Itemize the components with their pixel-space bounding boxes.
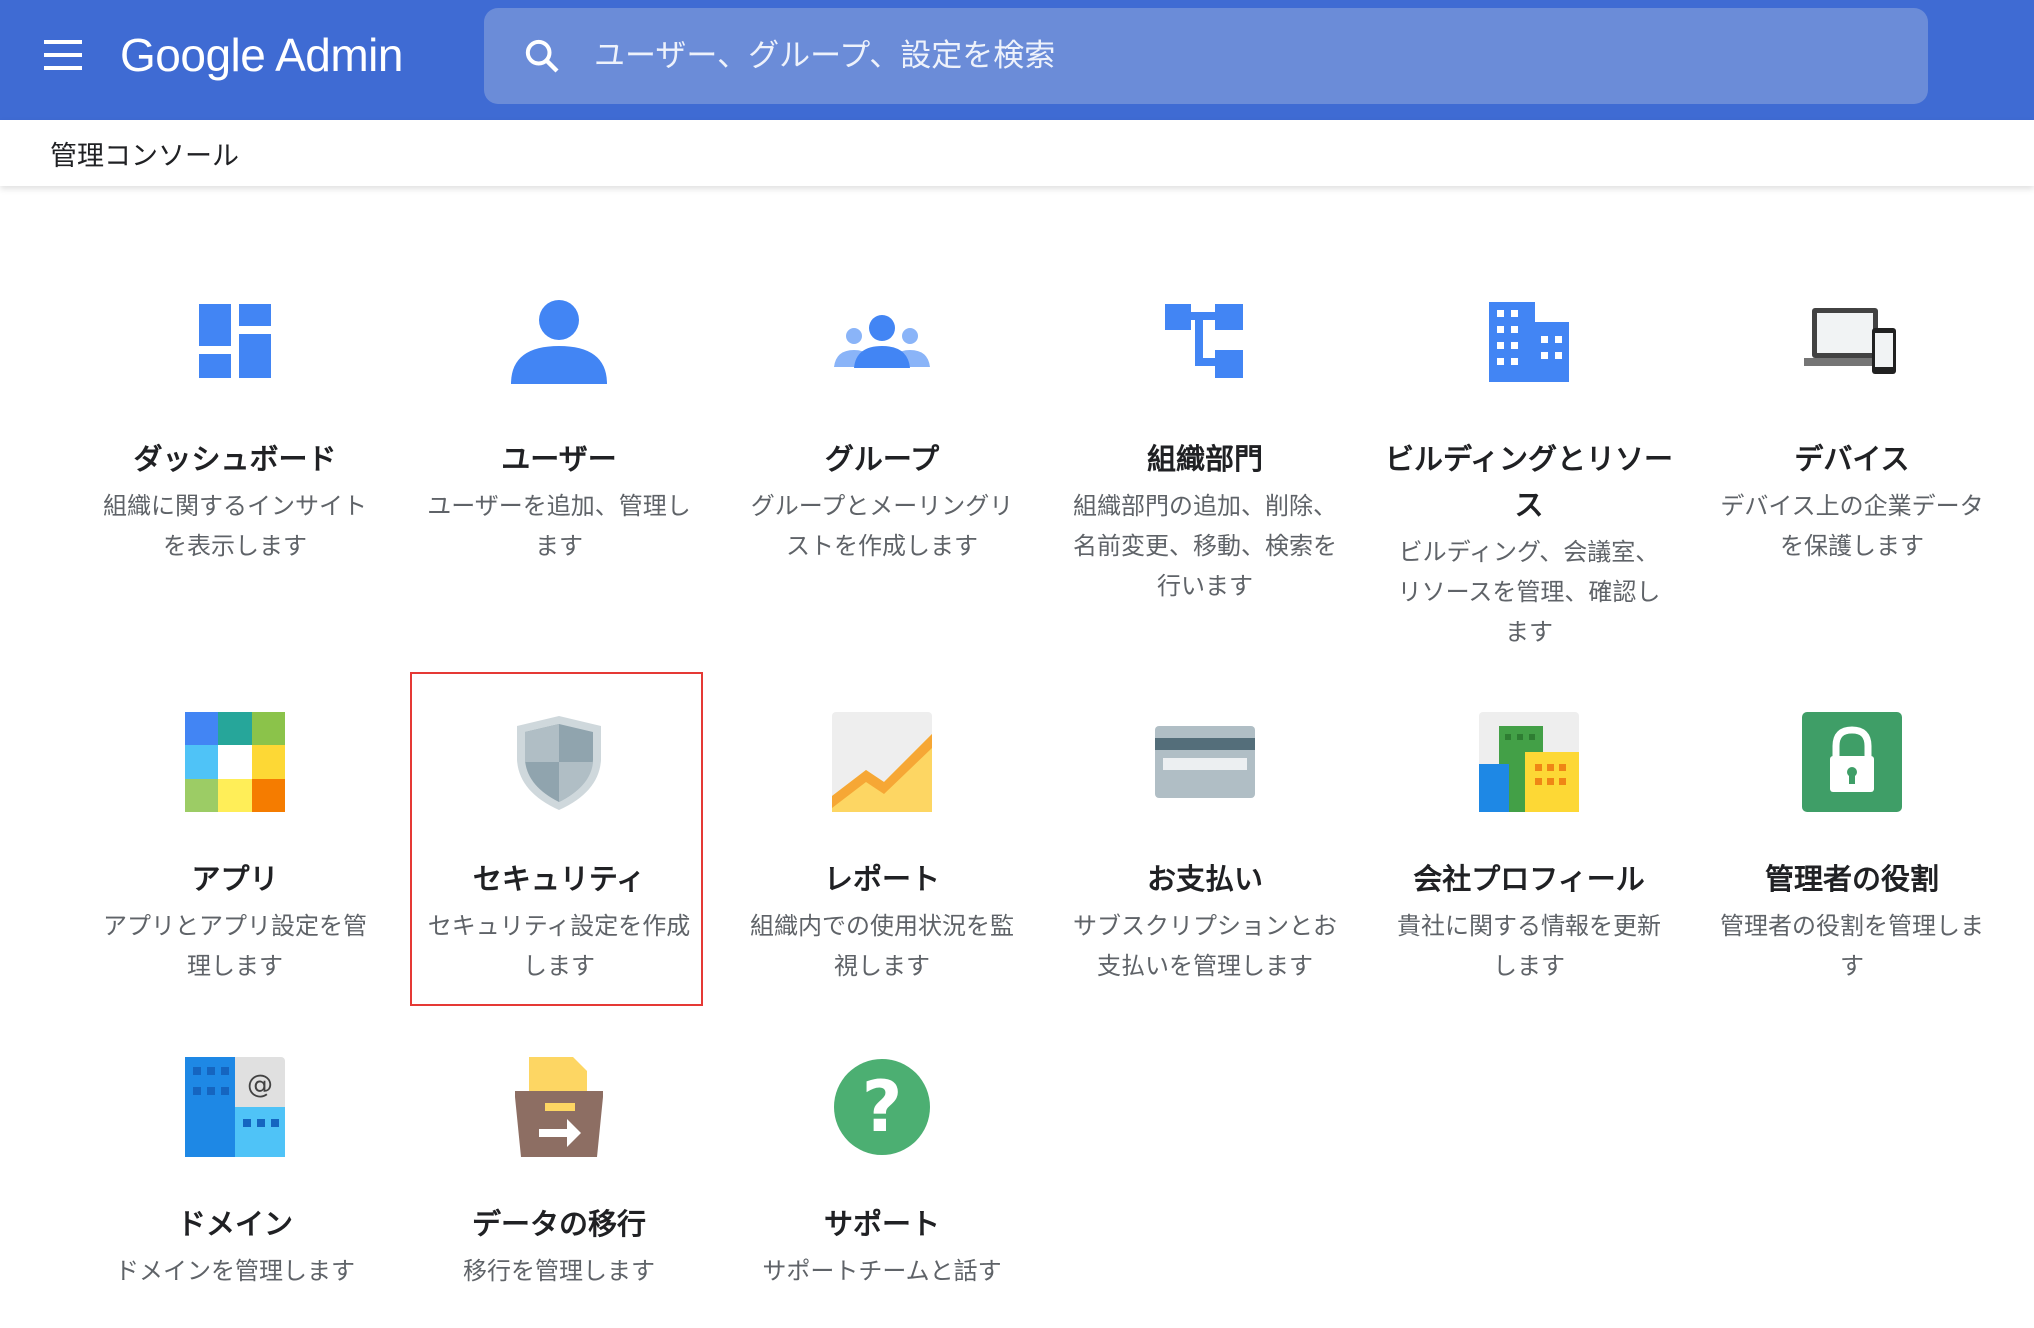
card-building[interactable]: ビルディングとリソースビルディング、会議室、リソースを管理、確認します xyxy=(1379,292,1679,652)
dashboard-icon xyxy=(185,292,285,392)
card-description: ユーザーを追加、管理します xyxy=(427,492,691,560)
card-org-unit[interactable]: 組織部門組織部門の追加、削除、名前変更、移動、検索を行います xyxy=(1055,292,1355,606)
search-icon xyxy=(525,39,559,73)
card-title: 管理者の役割 xyxy=(1764,862,1939,896)
card-title: データの移行 xyxy=(471,1207,646,1241)
building-icon xyxy=(1479,292,1579,392)
main-menu-button[interactable] xyxy=(44,40,88,74)
card-description: セキュリティ設定を作成します xyxy=(427,912,691,980)
card-description: グループとメーリングリストを作成します xyxy=(750,492,1014,560)
card-description: 移行を管理します xyxy=(463,1257,655,1285)
card-title: アプリ xyxy=(191,862,279,896)
card-title: デバイス xyxy=(1794,442,1910,476)
company-icon xyxy=(1479,712,1579,812)
card-description: 組織に関するインサイトを表示します xyxy=(103,492,367,560)
domain-icon: @ xyxy=(185,1057,285,1157)
search-bar[interactable] xyxy=(484,8,1928,104)
card-title: 会社プロフィール xyxy=(1413,862,1645,896)
breadcrumb[interactable]: 管理コンソール xyxy=(50,134,239,173)
card-apps[interactable]: アプリアプリとアプリ設定を管理します xyxy=(85,712,385,986)
card-lock[interactable]: 管理者の役割管理者の役割を管理します xyxy=(1702,712,2002,986)
shield-icon xyxy=(509,712,609,812)
card-title: ビルディングとリソース xyxy=(1385,442,1673,522)
card-credit-card[interactable]: お支払いサブスクリプションとお支払いを管理します xyxy=(1055,712,1355,986)
group-icon xyxy=(832,292,932,392)
card-reports[interactable]: レポート組織内での使用状況を監視します xyxy=(732,712,1032,986)
card-description: 管理者の役割を管理します xyxy=(1720,912,1984,980)
card-title: ダッシュボード xyxy=(133,442,337,476)
card-domain[interactable]: @ ドメインドメインを管理します xyxy=(85,1057,385,1291)
card-title: レポート xyxy=(823,862,940,896)
card-title: グループ xyxy=(824,442,940,476)
card-description: サブスクリプションとお支払いを管理します xyxy=(1073,912,1337,980)
card-title: セキュリティ xyxy=(472,862,646,896)
card-description: 組織内での使用状況を監視します xyxy=(750,912,1014,980)
card-migration[interactable]: データの移行移行を管理します xyxy=(409,1057,709,1291)
lock-icon xyxy=(1802,712,1902,812)
search-input[interactable] xyxy=(594,38,1794,74)
card-description: デバイス上の企業データを保護します xyxy=(1720,492,1984,560)
card-description: ドメインを管理します xyxy=(115,1257,355,1285)
card-title: 組織部門 xyxy=(1146,442,1263,476)
card-shield[interactable]: セキュリティセキュリティ設定を作成します xyxy=(409,712,709,986)
google-admin-logo[interactable]: Google Admin xyxy=(120,28,403,82)
card-devices[interactable]: デバイスデバイス上の企業データを保護します xyxy=(1702,292,2002,566)
card-description: サポートチームと話す xyxy=(762,1257,1002,1285)
user-icon xyxy=(509,292,609,392)
migration-icon xyxy=(509,1057,609,1157)
breadcrumb-bar: 管理コンソール xyxy=(0,120,2034,186)
credit-card-icon xyxy=(1155,712,1255,812)
devices-icon xyxy=(1802,292,1902,392)
card-dashboard[interactable]: ダッシュボード組織に関するインサイトを表示します xyxy=(85,292,385,566)
card-title: ドメイン xyxy=(176,1207,293,1241)
org-unit-icon xyxy=(1155,292,1255,392)
card-description: アプリとアプリ設定を管理します xyxy=(103,912,367,980)
card-group[interactable]: グループグループとメーリングリストを作成します xyxy=(732,292,1032,566)
help-icon: ? xyxy=(832,1057,932,1157)
card-description: 貴社に関する情報を更新します xyxy=(1397,912,1661,980)
reports-icon xyxy=(832,712,932,812)
apps-icon xyxy=(185,712,285,812)
card-title: お支払い xyxy=(1146,862,1263,896)
card-help[interactable]: ? サポートサポートチームと話す xyxy=(732,1057,1032,1291)
top-app-bar: Google Admin xyxy=(0,0,2034,120)
svg-text:@: @ xyxy=(247,1070,273,1100)
card-user[interactable]: ユーザーユーザーを追加、管理します xyxy=(409,292,709,566)
card-description: ビルディング、会議室、リソースを管理、確認します xyxy=(1397,538,1661,646)
card-title: ユーザー xyxy=(501,442,617,476)
card-company[interactable]: 会社プロフィール貴社に関する情報を更新します xyxy=(1379,712,1679,986)
svg-text:?: ? xyxy=(862,1066,903,1148)
card-title: サポート xyxy=(823,1207,940,1241)
card-description: 組織部門の追加、削除、名前変更、移動、検索を行います xyxy=(1073,492,1337,600)
